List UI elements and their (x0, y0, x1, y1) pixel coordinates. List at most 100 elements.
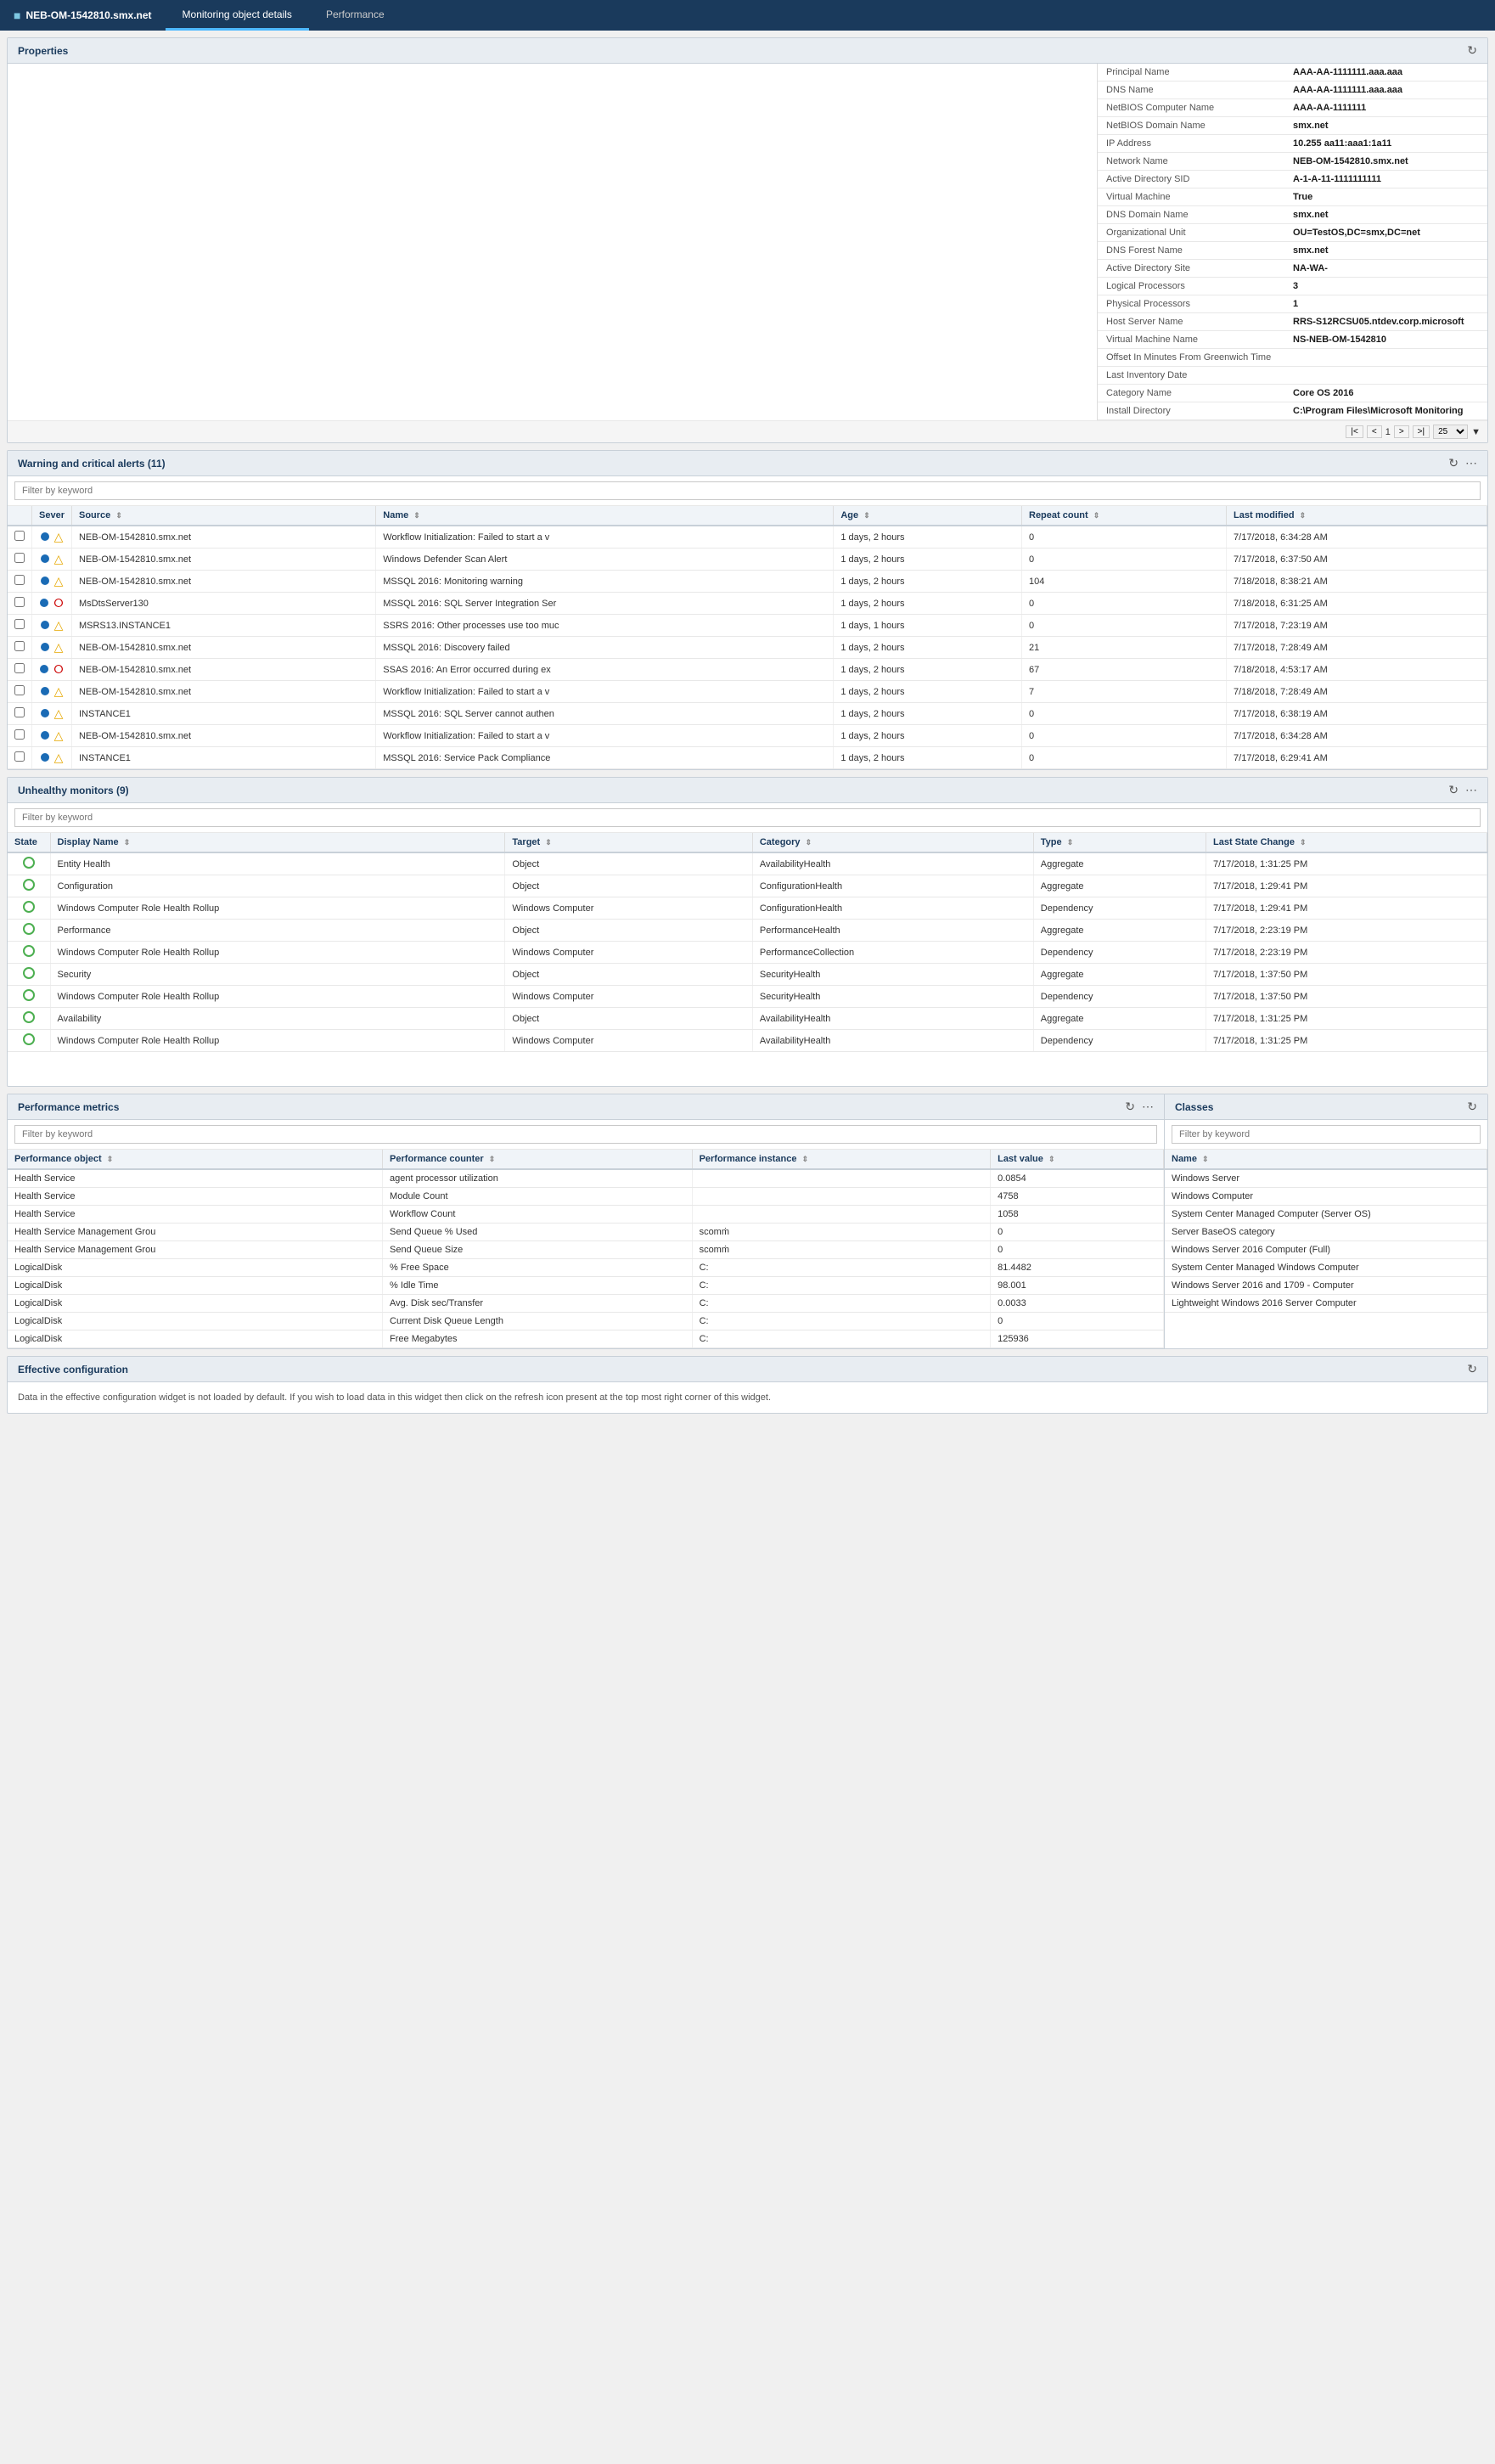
class-row[interactable]: Server BaseOS category (1165, 1224, 1487, 1241)
more-options-icon-alerts[interactable]: ⋯ (1465, 456, 1477, 470)
refresh-icon-perf[interactable]: ↻ (1125, 1100, 1135, 1114)
prev-page-button[interactable]: < (1367, 425, 1382, 438)
perf-row[interactable]: Health Service Management Grou Send Queu… (8, 1224, 1164, 1241)
more-options-icon-perf[interactable]: ⋯ (1142, 1100, 1154, 1114)
perf-row[interactable]: LogicalDisk % Idle Time C: 98.001 (8, 1277, 1164, 1295)
perf-row[interactable]: LogicalDisk Current Disk Queue Length C:… (8, 1313, 1164, 1330)
warning-icon: △ (54, 618, 64, 632)
perf-col-object[interactable]: Performance object ⇕ (8, 1150, 383, 1169)
monitor-row[interactable]: Windows Computer Role Health Rollup Wind… (8, 942, 1487, 964)
class-row[interactable]: Windows Computer (1165, 1188, 1487, 1206)
alerts-col-source[interactable]: Source ⇕ (71, 506, 375, 526)
performance-filter-input[interactable] (14, 1125, 1157, 1144)
monitors-col-name[interactable]: Display Name ⇕ (50, 833, 505, 852)
perf-row[interactable]: Health Service Workflow Count 1058 (8, 1206, 1164, 1224)
property-value: smx.net (1284, 242, 1487, 260)
alert-checkbox[interactable] (14, 751, 25, 762)
perf-instance: C: (692, 1313, 991, 1330)
perf-row[interactable]: Health Service Module Count 4758 (8, 1188, 1164, 1206)
monitor-row[interactable]: Entity Health Object AvailabilityHealth … (8, 852, 1487, 875)
perf-col-counter[interactable]: Performance counter ⇕ (383, 1150, 693, 1169)
monitor-row[interactable]: Performance Object PerformanceHealth Agg… (8, 920, 1487, 942)
monitors-col-state[interactable]: State (8, 833, 50, 852)
alert-row[interactable]: △ NEB-OM-1542810.smx.net Workflow Initia… (8, 725, 1487, 747)
alert-checkbox[interactable] (14, 575, 25, 585)
perf-value: 0.0033 (991, 1295, 1164, 1313)
alert-row[interactable]: △ INSTANCE1 MSSQL 2016: SQL Server canno… (8, 703, 1487, 725)
perf-row[interactable]: LogicalDisk % Free Space C: 81.4482 (8, 1259, 1164, 1277)
classes-title: Classes (1175, 1101, 1213, 1113)
refresh-icon-classes[interactable]: ↻ (1467, 1100, 1477, 1114)
alert-checkbox[interactable] (14, 685, 25, 695)
alert-row[interactable]: ⭘ NEB-OM-1542810.smx.net SSAS 2016: An E… (8, 659, 1487, 681)
alert-checkbox[interactable] (14, 729, 25, 740)
alert-row[interactable]: △ NEB-OM-1542810.smx.net MSSQL 2016: Mon… (8, 571, 1487, 593)
alert-row[interactable]: △ INSTANCE1 MSSQL 2016: Service Pack Com… (8, 747, 1487, 769)
alerts-col-name[interactable]: Name ⇕ (376, 506, 834, 526)
page-size-select[interactable]: 25 50 100 (1433, 425, 1468, 439)
class-row[interactable]: System Center Managed Computer (Server O… (1165, 1206, 1487, 1224)
alert-checkbox[interactable] (14, 619, 25, 629)
alert-row[interactable]: ⭘ MsDtsServer130 MSSQL 2016: SQL Server … (8, 593, 1487, 615)
class-row[interactable]: Windows Server (1165, 1169, 1487, 1188)
monitor-row[interactable]: Windows Computer Role Health Rollup Wind… (8, 897, 1487, 920)
alert-row[interactable]: △ NEB-OM-1542810.smx.net Workflow Initia… (8, 681, 1487, 703)
tab-performance[interactable]: Performance (309, 0, 402, 31)
perf-row[interactable]: Health Service agent processor utilizati… (8, 1169, 1164, 1188)
monitors-col-change[interactable]: Last State Change ⇕ (1206, 833, 1487, 852)
alert-row[interactable]: △ NEB-OM-1542810.smx.net Windows Defende… (8, 548, 1487, 571)
alert-checkbox[interactable] (14, 663, 25, 673)
alerts-col-modified[interactable]: Last modified ⇕ (1227, 506, 1487, 526)
monitors-filter-input[interactable] (14, 808, 1481, 827)
perf-row[interactable]: LogicalDisk Free Megabytes C: 125936 (8, 1330, 1164, 1348)
class-row[interactable]: Windows Server 2016 Computer (Full) (1165, 1241, 1487, 1259)
monitors-col-category[interactable]: Category ⇕ (752, 833, 1033, 852)
refresh-icon-monitors[interactable]: ↻ (1448, 783, 1458, 797)
property-key: Offset In Minutes From Greenwich Time (1098, 349, 1284, 367)
alert-checkbox[interactable] (14, 641, 25, 651)
refresh-icon-config[interactable]: ↻ (1467, 1362, 1477, 1376)
monitors-col-target[interactable]: Target ⇕ (505, 833, 752, 852)
properties-right-panel: Principal Name AAA-AA-1111111.aaa.aaa DN… (1097, 64, 1487, 420)
monitor-row[interactable]: Configuration Object ConfigurationHealth… (8, 875, 1487, 897)
last-page-button[interactable]: >| (1413, 425, 1430, 438)
perf-counter: % Idle Time (383, 1277, 693, 1295)
perf-row[interactable]: Health Service Management Grou Send Queu… (8, 1241, 1164, 1259)
class-row[interactable]: System Center Managed Windows Computer (1165, 1259, 1487, 1277)
refresh-icon[interactable]: ↻ (1467, 43, 1477, 58)
alert-checkbox[interactable] (14, 531, 25, 541)
alerts-col-repeat[interactable]: Repeat count ⇕ (1022, 506, 1227, 526)
perf-col-instance[interactable]: Performance instance ⇕ (692, 1150, 991, 1169)
alert-checkbox[interactable] (14, 707, 25, 717)
filter-icon[interactable]: ▼ (1471, 427, 1481, 437)
monitor-row[interactable]: Windows Computer Role Health Rollup Wind… (8, 1030, 1487, 1052)
classes-filter-input[interactable] (1172, 1125, 1481, 1144)
alert-checkbox[interactable] (14, 597, 25, 607)
monitor-target: Object (505, 852, 752, 875)
monitors-col-type[interactable]: Type ⇕ (1033, 833, 1206, 852)
alerts-col-severity[interactable]: Sever (32, 506, 72, 526)
property-row: NetBIOS Domain Name smx.net (1098, 117, 1487, 135)
effective-config-actions: ↻ (1467, 1362, 1477, 1376)
monitor-row[interactable]: Availability Object AvailabilityHealth A… (8, 1008, 1487, 1030)
alert-checkbox[interactable] (14, 553, 25, 563)
next-page-button[interactable]: > (1394, 425, 1409, 438)
monitor-row[interactable]: Security Object SecurityHealth Aggregate… (8, 964, 1487, 986)
first-page-button[interactable]: |< (1346, 425, 1363, 438)
performance-filter-bar (8, 1120, 1164, 1150)
classes-col-name[interactable]: Name ⇕ (1165, 1150, 1487, 1169)
perf-col-value[interactable]: Last value ⇕ (991, 1150, 1164, 1169)
class-row[interactable]: Windows Server 2016 and 1709 - Computer (1165, 1277, 1487, 1295)
more-options-icon-monitors[interactable]: ⋯ (1465, 783, 1477, 797)
alert-row[interactable]: △ NEB-OM-1542810.smx.net Workflow Initia… (8, 526, 1487, 548)
alerts-col-age[interactable]: Age ⇕ (834, 506, 1022, 526)
alert-row[interactable]: △ MSRS13.INSTANCE1 SSRS 2016: Other proc… (8, 615, 1487, 637)
tab-monitoring-object-details[interactable]: Monitoring object details (166, 0, 309, 31)
monitor-category: ConfigurationHealth (752, 875, 1033, 897)
monitor-row[interactable]: Windows Computer Role Health Rollup Wind… (8, 986, 1487, 1008)
class-row[interactable]: Lightweight Windows 2016 Server Computer (1165, 1295, 1487, 1313)
refresh-icon-alerts[interactable]: ↻ (1448, 456, 1458, 470)
alerts-filter-input[interactable] (14, 481, 1481, 500)
perf-row[interactable]: LogicalDisk Avg. Disk sec/Transfer C: 0.… (8, 1295, 1164, 1313)
alert-row[interactable]: △ NEB-OM-1542810.smx.net MSSQL 2016: Dis… (8, 637, 1487, 659)
